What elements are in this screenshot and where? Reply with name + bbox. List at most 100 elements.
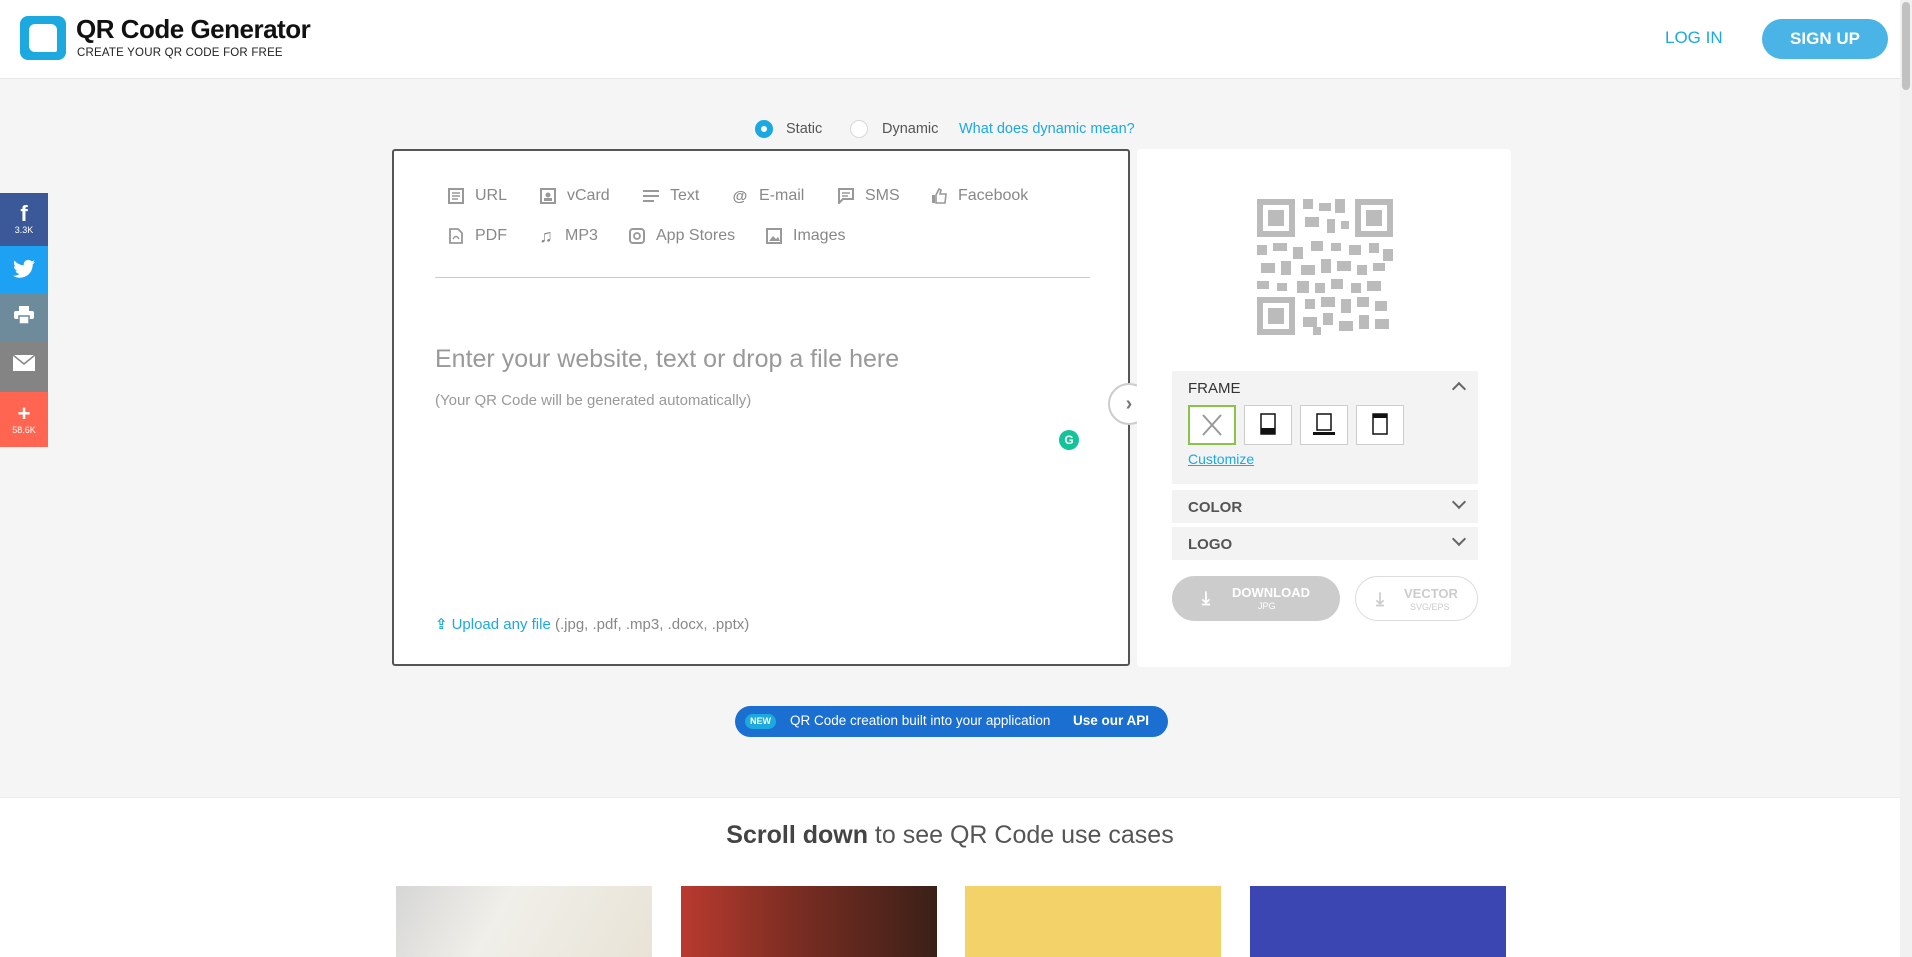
use-case-card-menu[interactable] <box>965 886 1221 957</box>
use-case-card-tags[interactable] <box>1250 886 1506 957</box>
logo-header[interactable]: LOGO <box>1188 536 1232 553</box>
chevron-down-icon[interactable] <box>1451 494 1467 510</box>
api-banner-message: QR Code creation built into your applica… <box>790 713 1051 728</box>
new-badge: NEW <box>745 714 776 729</box>
share-more-button[interactable]: + 58.6K <box>0 392 48 447</box>
content-input[interactable]: Enter your website, text or drop a file … <box>435 345 899 374</box>
qr-logo-icon[interactable] <box>20 16 66 60</box>
type-tab-url[interactable]: URL <box>447 187 507 205</box>
page-scrollbar[interactable] <box>1900 0 1912 957</box>
at-sign-icon: @ <box>732 187 748 205</box>
use-case-card-packaging[interactable] <box>681 886 937 957</box>
email-icon <box>12 354 36 371</box>
color-section[interactable]: COLOR <box>1172 490 1478 523</box>
chat-bubble-icon <box>837 187 855 205</box>
share-facebook-button[interactable]: f 3.3K <box>0 193 48 246</box>
type-tab-vcard[interactable]: vCard <box>539 187 610 205</box>
app-store-icon <box>628 227 646 245</box>
share-email-button[interactable] <box>0 341 48 392</box>
chevron-up-icon[interactable] <box>1451 381 1467 397</box>
type-tab-images[interactable]: Images <box>765 227 845 245</box>
pdf-icon <box>447 227 465 245</box>
vector-format: SVG/EPS <box>1410 602 1450 612</box>
upload-icon[interactable]: ⇪ <box>435 615 448 633</box>
type-tab-label: App Stores <box>656 227 736 244</box>
type-tab-facebook[interactable]: Facebook <box>930 187 1028 205</box>
plus-icon: + <box>17 401 31 426</box>
frame-header[interactable]: FRAME <box>1188 380 1241 397</box>
login-link[interactable]: LOG IN <box>1665 28 1723 48</box>
use-cases-title-rest: to see QR Code use cases <box>867 821 1174 849</box>
brand-tagline: CREATE YOUR QR CODE FOR FREE <box>77 47 283 59</box>
download-icon: ⤓ <box>1376 589 1384 609</box>
qr-preview-panel: FRAME Customize COLOR LOGO ⤓ DOWNLOAD JP… <box>1137 149 1511 667</box>
frame-option-bottom-tab[interactable] <box>1300 405 1348 445</box>
upload-formats: (.jpg, .pdf, .mp3, .docx, .pptx) <box>554 616 750 633</box>
type-tab-label: PDF <box>475 227 507 244</box>
color-header[interactable]: COLOR <box>1188 499 1242 516</box>
url-icon <box>447 187 465 205</box>
type-tab-label: Facebook <box>958 187 1029 204</box>
share-twitter-button[interactable] <box>0 246 48 293</box>
type-tab-mp3[interactable]: ♫ MP3 <box>537 225 598 246</box>
type-tab-pdf[interactable]: PDF <box>447 227 507 245</box>
total-share-count: 58.6K <box>12 425 36 435</box>
download-jpg-button[interactable]: ⤓ DOWNLOAD JPG <box>1172 576 1340 621</box>
print-icon <box>14 306 34 325</box>
frame-section: FRAME Customize <box>1172 371 1478 484</box>
tab-divider <box>435 277 1090 278</box>
customize-frame-link[interactable]: Customize <box>1188 451 1254 467</box>
type-tab-label: vCard <box>567 187 610 204</box>
qr-code-preview <box>1257 199 1393 335</box>
type-tab-email[interactable]: @ E-mail <box>731 187 805 205</box>
download-icon: ⤓ <box>1202 588 1210 608</box>
download-label: DOWNLOAD <box>1232 585 1310 600</box>
type-tab-label: Images <box>793 227 846 244</box>
use-api-link[interactable]: Use our API <box>1073 713 1149 728</box>
auto-generate-hint: (Your QR Code will be generated automati… <box>435 392 752 409</box>
download-format: JPG <box>1258 601 1276 611</box>
brand-title[interactable]: QR Code Generator <box>76 14 311 45</box>
static-radio[interactable] <box>755 120 773 138</box>
signup-button[interactable]: SIGN UP <box>1762 19 1888 59</box>
type-tab-app-stores[interactable]: App Stores <box>628 227 735 245</box>
text-lines-icon <box>642 187 660 205</box>
download-vector-button[interactable]: ⤓ VECTOR SVG/EPS <box>1355 576 1478 621</box>
api-banner[interactable]: NEW QR Code creation built into your app… <box>735 706 1168 737</box>
use-cases-title-bold: Scroll down <box>726 821 868 849</box>
twitter-icon <box>13 259 35 278</box>
frame-top-icon <box>1372 413 1388 435</box>
type-tab-label: E-mail <box>759 187 805 204</box>
vector-label: VECTOR <box>1404 586 1458 601</box>
logo-section[interactable]: LOGO <box>1172 527 1478 560</box>
chevron-right-icon: › <box>1125 393 1133 415</box>
frame-option-none[interactable] <box>1188 405 1236 445</box>
top-header: QR Code Generator CREATE YOUR QR CODE FO… <box>0 0 1900 79</box>
thumbs-up-icon <box>930 187 948 205</box>
upload-file-link[interactable]: Upload any file <box>452 616 551 633</box>
type-tab-sms[interactable]: SMS <box>837 187 900 205</box>
scrollbar-thumb[interactable] <box>1902 2 1910 90</box>
use-cases-title: Scroll down to see QR Code use cases <box>0 821 1900 850</box>
dynamic-help-link[interactable]: What does dynamic mean? <box>959 121 1135 137</box>
use-cases-section: Scroll down to see QR Code use cases <box>0 797 1900 957</box>
upload-file-row: ⇪ Upload any file (.jpg, .pdf, .mp3, .doc… <box>435 615 749 633</box>
qr-content-editor: URL vCard Text @ E-mail SMS Facebook PDF… <box>392 149 1130 666</box>
frame-option-top-bar[interactable] <box>1356 405 1404 445</box>
grammarly-icon[interactable]: G <box>1059 430 1079 450</box>
print-button[interactable] <box>0 293 48 341</box>
type-tab-label: Text <box>670 187 700 204</box>
image-icon <box>765 227 783 245</box>
frame-option-bottom-bar[interactable] <box>1244 405 1292 445</box>
use-case-card-business-card[interactable] <box>396 886 652 957</box>
type-tab-label: MP3 <box>565 227 598 244</box>
type-tab-text[interactable]: Text <box>642 187 699 205</box>
chevron-down-icon[interactable] <box>1451 531 1467 547</box>
static-label[interactable]: Static <box>786 121 822 137</box>
music-note-icon: ♫ <box>539 225 553 246</box>
frame-tab-icon <box>1313 413 1335 435</box>
facebook-share-count: 3.3K <box>14 225 34 235</box>
dynamic-label[interactable]: Dynamic <box>882 121 938 137</box>
dynamic-radio[interactable] <box>850 120 868 138</box>
type-tab-label: URL <box>475 187 508 204</box>
